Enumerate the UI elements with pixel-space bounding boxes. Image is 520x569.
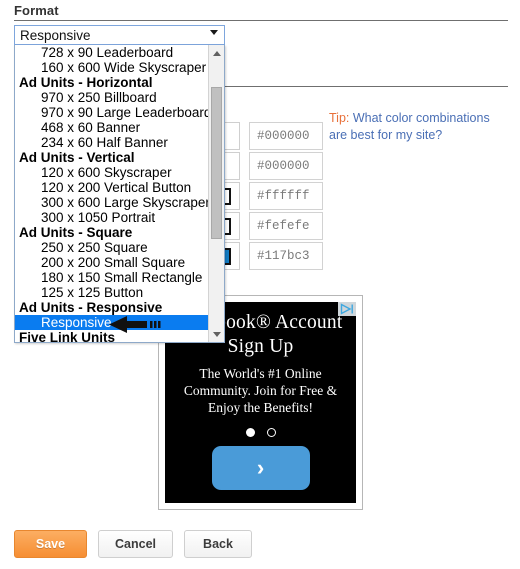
dropdown-option[interactable]: 200 x 200 Small Square <box>15 255 208 270</box>
back-button[interactable]: Back <box>184 530 252 558</box>
dropdown-option[interactable]: 234 x 60 Half Banner <box>15 135 208 150</box>
dropdown-group-label: Ad Units - Horizontal <box>19 75 153 90</box>
dropdown-group-label: Ad Units - Vertical <box>19 150 135 165</box>
dropdown-option[interactable]: 120 x 200 Vertical Button <box>15 180 208 195</box>
hex-input[interactable]: #ffffff <box>249 182 323 210</box>
dropdown-scrollbar[interactable] <box>208 45 224 342</box>
scroll-down-button[interactable] <box>209 326 224 342</box>
dropdown-option[interactable]: 970 x 250 Billboard <box>15 90 208 105</box>
dropdown-option[interactable]: 300 x 1050 Portrait <box>15 210 208 225</box>
dropdown-option[interactable]: 300 x 600 Large Skyscraper <box>15 195 208 210</box>
tip-prefix: Tip: <box>329 111 350 125</box>
dropdown-option[interactable]: 250 x 250 Square <box>15 240 208 255</box>
dropdown-option[interactable]: 180 x 150 Small Rectangle <box>15 270 208 285</box>
dropdown-group-label: Five Link Units <box>19 330 116 342</box>
scrollbar-thumb[interactable] <box>211 87 222 239</box>
hex-input[interactable]: #000000 <box>249 122 323 150</box>
scroll-up-button[interactable] <box>209 45 224 61</box>
format-dropdown-list[interactable]: 728 x 90 Leaderboard 160 x 600 Wide Skysc… <box>14 45 225 343</box>
dropdown-option[interactable]: 970 x 90 Large Leaderboard <box>15 105 208 120</box>
carousel-dot-active[interactable] <box>245 428 255 437</box>
ad-cta-button[interactable]: › <box>211 446 310 490</box>
dropdown-option[interactable]: 120 x 600 Skyscraper <box>15 165 208 180</box>
dropdown-option[interactable]: 468 x 60 Banner <box>15 120 208 135</box>
format-select-value: Responsive <box>20 28 91 43</box>
scroll-down-arrow-icon <box>213 332 221 337</box>
button-bar: Save Cancel Back <box>14 530 252 558</box>
dropdown-options[interactable]: 728 x 90 Leaderboard 160 x 600 Wide Skysc… <box>15 45 208 342</box>
hex-input[interactable]: #000000 <box>249 152 323 180</box>
page-title: Format <box>14 3 59 18</box>
ad-body: The World's #1 Online Community. Join fo… <box>183 366 338 415</box>
dropdown-option[interactable]: Responsive <box>15 315 208 330</box>
tip-body: What color combinations are best for my … <box>329 111 490 142</box>
scroll-up-arrow-icon <box>213 51 221 56</box>
ad-carousel-dots[interactable] <box>165 428 356 437</box>
hex-input[interactable]: #fefefe <box>249 212 323 240</box>
dropdown-option[interactable]: 125 x 125 Button <box>15 285 208 300</box>
divider-top <box>14 20 508 21</box>
cancel-button[interactable]: Cancel <box>98 530 173 558</box>
tip-text: Tip: What color combinations are best fo… <box>329 110 507 144</box>
dropdown-group-label: Ad Units - Square <box>19 225 133 240</box>
dropdown-option[interactable]: 728 x 90 Leaderboard <box>15 45 208 60</box>
save-button[interactable]: Save <box>14 530 87 558</box>
carousel-dot-inactive[interactable] <box>266 428 276 437</box>
dropdown-group-label: Ad Units - Responsive <box>19 300 163 315</box>
dropdown-option[interactable]: 160 x 600 Wide Skyscraper <box>15 60 208 75</box>
hex-input[interactable]: #117bc3 <box>249 242 323 270</box>
adchoices-icon[interactable] <box>338 302 356 316</box>
chevron-down-icon <box>210 30 218 35</box>
format-select[interactable]: Responsive <box>14 25 225 45</box>
